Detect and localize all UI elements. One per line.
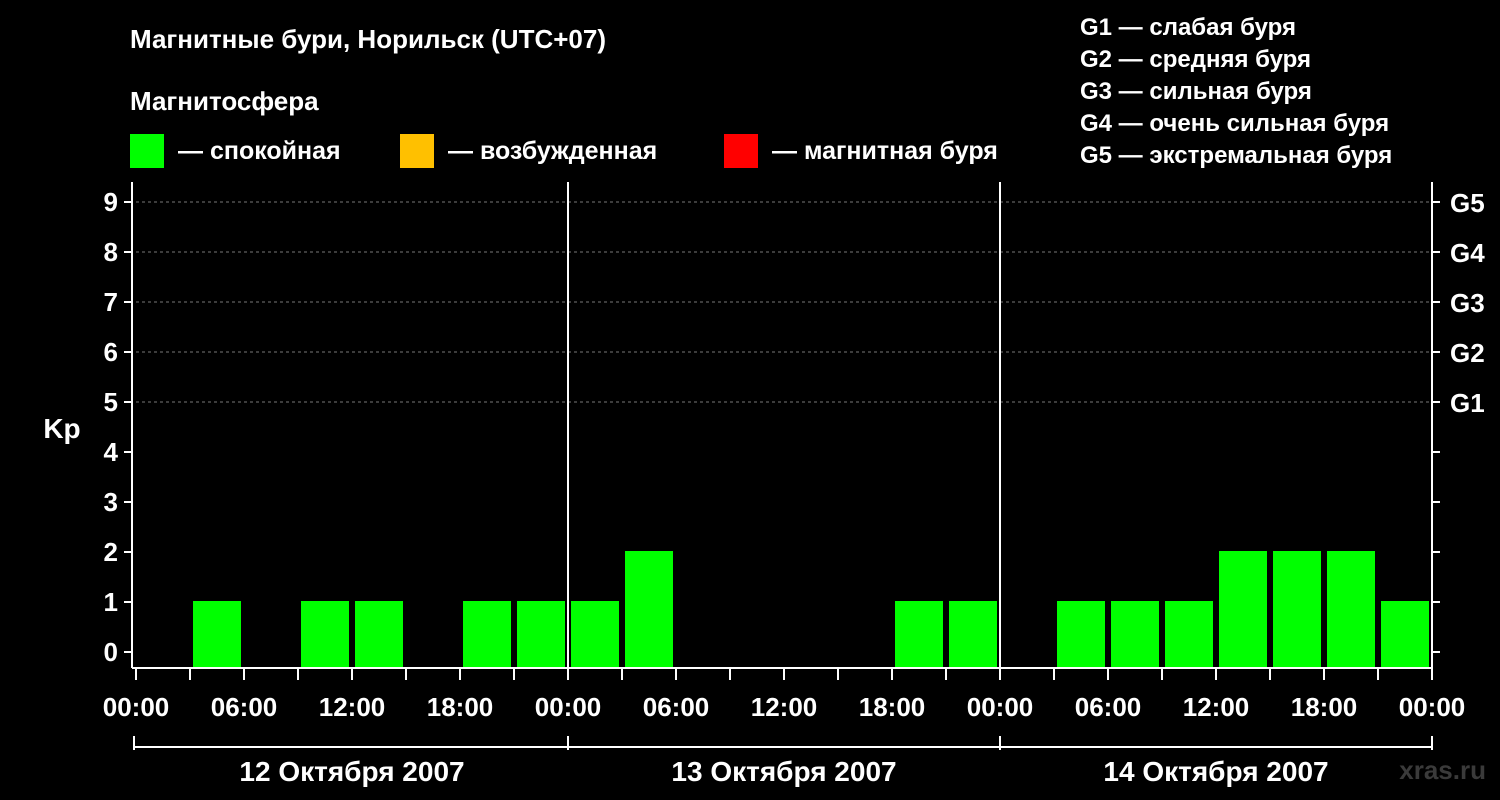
- kp-bar: [1057, 601, 1105, 668]
- x-tick-label: 00:00: [1399, 692, 1466, 722]
- kp-bar: [1381, 601, 1429, 668]
- g-axis-label: G4: [1450, 238, 1485, 268]
- y-tick-label: 5: [104, 387, 118, 417]
- day-label: 13 Октября 2007: [671, 756, 896, 787]
- x-tick-label: 06:00: [643, 692, 710, 722]
- y-tick-label: 4: [104, 437, 119, 467]
- watermark: xras.ru: [1399, 755, 1486, 785]
- kp-bar: [625, 551, 673, 668]
- x-tick-label: 12:00: [319, 692, 386, 722]
- y-tick-label: 1: [104, 587, 118, 617]
- x-tick-label: 06:00: [1075, 692, 1142, 722]
- x-tick-label: 06:00: [211, 692, 278, 722]
- kp-bar: [463, 601, 511, 668]
- x-tick-label: 00:00: [103, 692, 170, 722]
- g-axis-label: G3: [1450, 288, 1485, 318]
- kp-bar: [517, 601, 565, 668]
- x-tick-label: 00:00: [967, 692, 1034, 722]
- x-tick-label: 18:00: [859, 692, 926, 722]
- g-axis-label: G1: [1450, 388, 1485, 418]
- y-tick-label: 6: [104, 337, 118, 367]
- kp-bar: [355, 601, 403, 668]
- y-tick-label: 0: [104, 637, 118, 667]
- y-tick-label: 8: [104, 237, 118, 267]
- g-axis-label: G5: [1450, 188, 1485, 218]
- kp-bar: [193, 601, 241, 668]
- x-tick-label: 00:00: [535, 692, 602, 722]
- kp-chart: 0 1 2 3 4 5 6 7 8 9 G1 G2 G3 G4 G5 Kp 00:00 06:00 12:00 18:…: [43, 182, 1485, 787]
- day-label: 14 Октября 2007: [1103, 756, 1328, 787]
- x-tick-label: 18:00: [427, 692, 494, 722]
- y-tick-label: 9: [104, 187, 118, 217]
- kp-bar: [1273, 551, 1321, 668]
- kp-bar: [571, 601, 619, 668]
- x-tick-label: 18:00: [1291, 692, 1358, 722]
- kp-bar: [1327, 551, 1375, 668]
- day-label: 12 Октября 2007: [239, 756, 464, 787]
- kp-bar: [895, 601, 943, 668]
- x-tick-label: 12:00: [751, 692, 818, 722]
- y-tick-label: 7: [104, 287, 118, 317]
- x-tick-label: 12:00: [1183, 692, 1250, 722]
- kp-bar: [301, 601, 349, 668]
- g-axis-label: G2: [1450, 338, 1485, 368]
- y-tick-label: 3: [104, 487, 118, 517]
- y-tick-label: 2: [104, 537, 118, 567]
- kp-bar: [1165, 601, 1213, 668]
- y-axis-label: Kp: [43, 413, 80, 444]
- kp-bar: [1219, 551, 1267, 668]
- kp-bar: [1111, 601, 1159, 668]
- kp-bar: [949, 601, 997, 668]
